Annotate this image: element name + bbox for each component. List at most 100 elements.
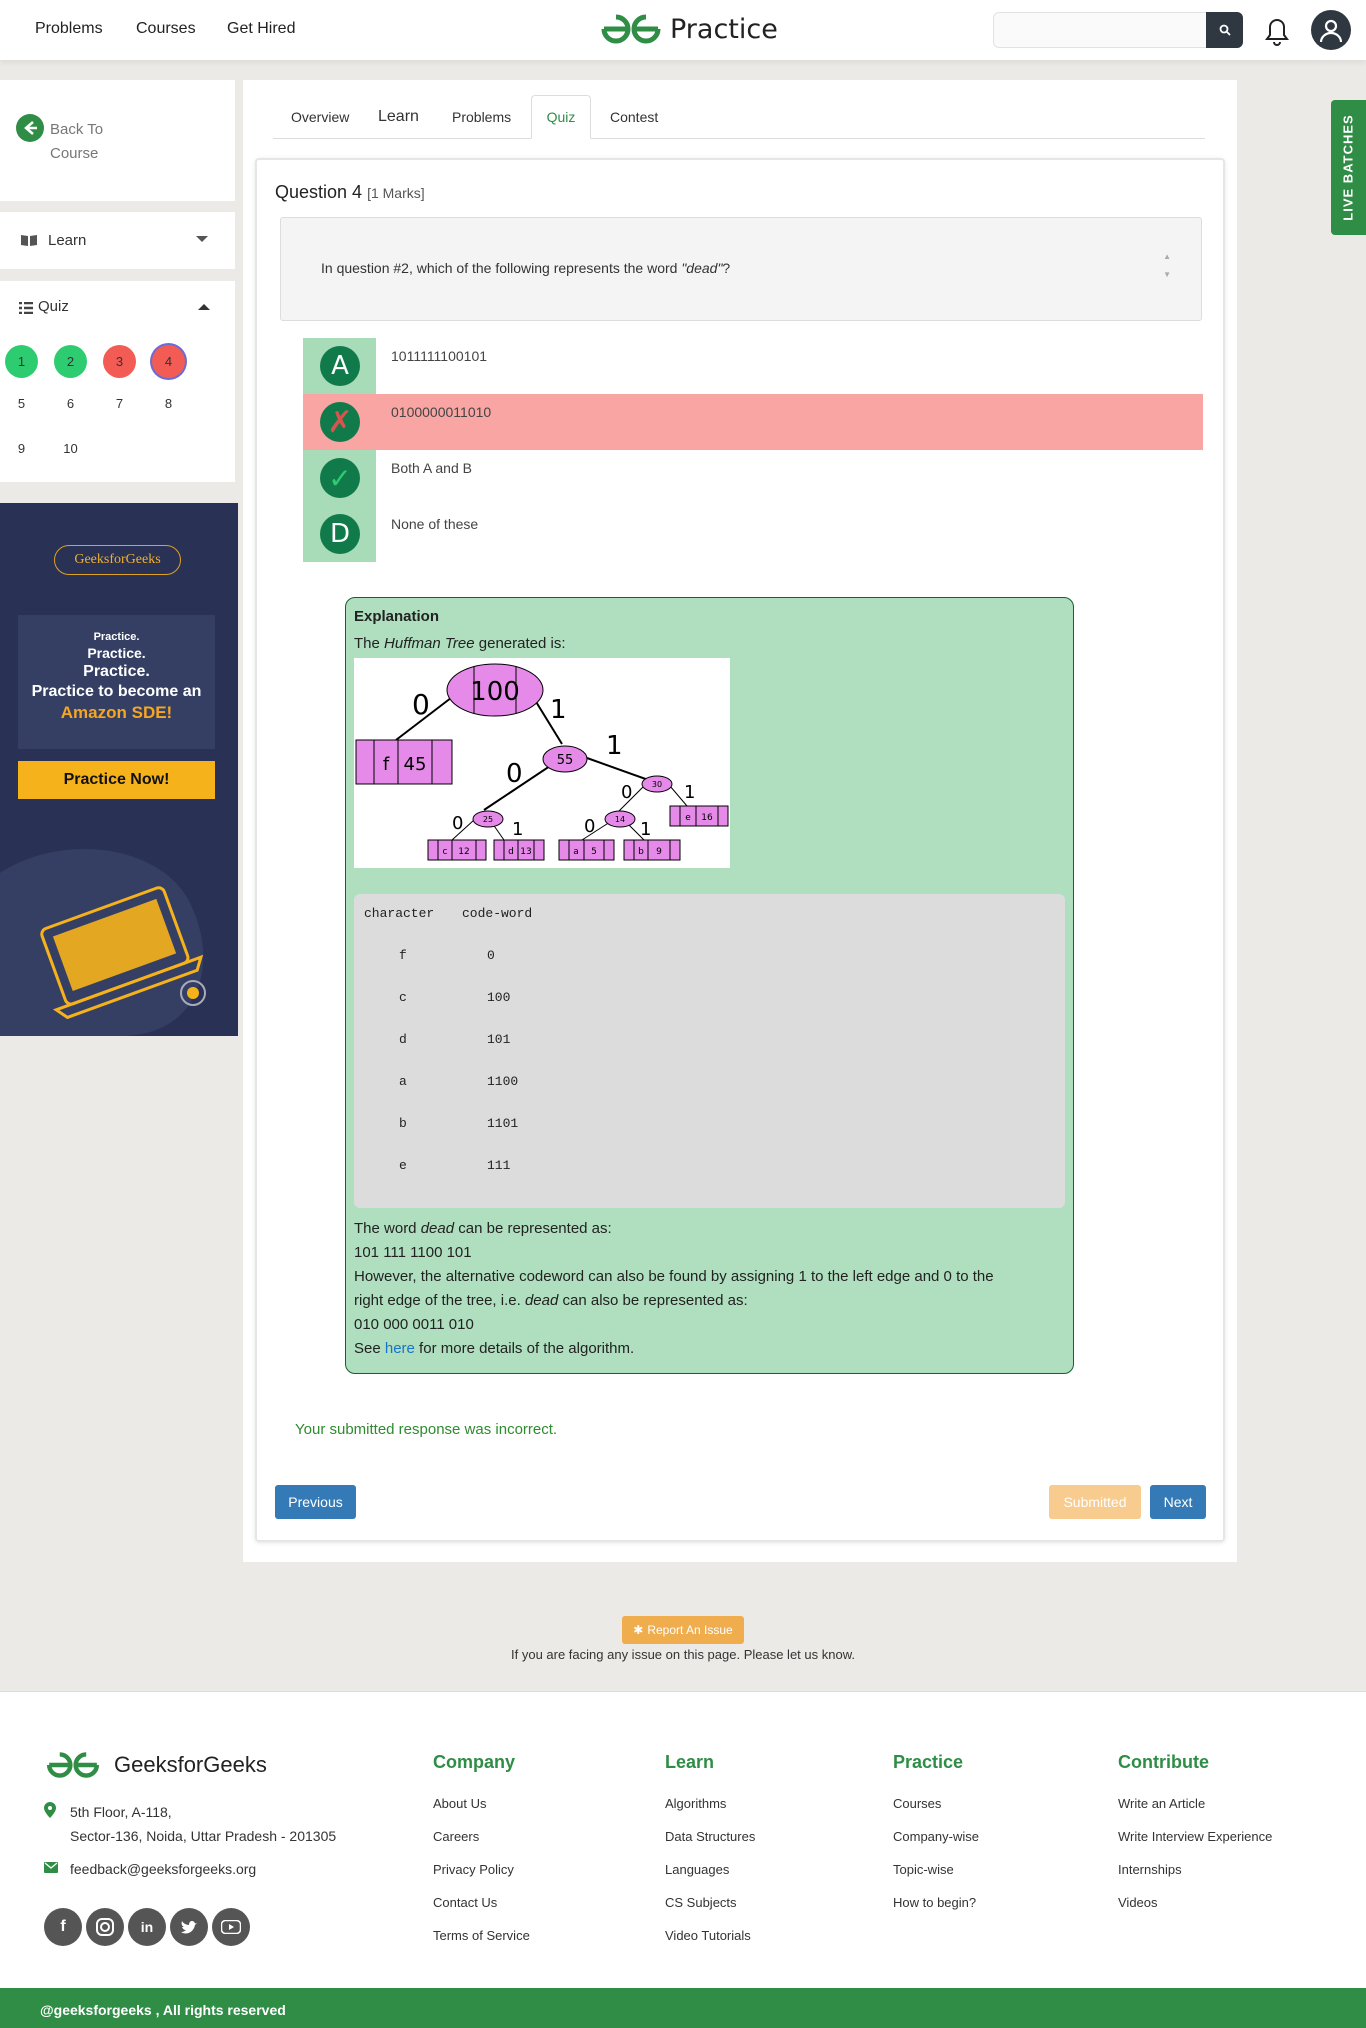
leaf-a-char: a bbox=[573, 847, 579, 857]
footer-link-about-us[interactable]: About Us bbox=[433, 1796, 486, 1811]
learn-label: Learn bbox=[48, 232, 87, 249]
question-nav-8[interactable]: 8 bbox=[152, 387, 185, 420]
linkedin-icon[interactable]: in bbox=[128, 1908, 166, 1946]
footer-link-data-structures[interactable]: Data Structures bbox=[665, 1829, 755, 1844]
nav-courses-link[interactable]: Courses bbox=[136, 20, 196, 38]
footer-link-write-article[interactable]: Write an Article bbox=[1118, 1796, 1205, 1811]
question-text-end: ? bbox=[722, 260, 731, 276]
facebook-icon[interactable]: f bbox=[44, 1908, 82, 1946]
line6-text: See bbox=[354, 1340, 385, 1357]
footer-link-internships[interactable]: Internships bbox=[1118, 1862, 1182, 1877]
question-nav-3[interactable]: 3 bbox=[103, 345, 136, 378]
footer-link-courses[interactable]: Courses bbox=[893, 1796, 941, 1811]
practice-ad-banner[interactable]: GeeksforGeeks Practice. Practice. Practi… bbox=[0, 503, 238, 1036]
explanation-line-4: right edge of the tree, i.e. dead can al… bbox=[354, 1292, 748, 1309]
question-nav-6[interactable]: 6 bbox=[54, 387, 87, 420]
question-nav-1[interactable]: 1 bbox=[5, 345, 38, 378]
question-nav-4[interactable]: 4 bbox=[152, 345, 185, 378]
ad-line1: Practice. bbox=[93, 631, 140, 643]
tab-quiz[interactable]: Quiz bbox=[531, 95, 591, 139]
leaf-c-freq: 12 bbox=[458, 847, 469, 857]
tab-problems[interactable]: Problems bbox=[442, 95, 521, 139]
twitter-icon[interactable] bbox=[170, 1908, 208, 1946]
question-text-box: In question #2, which of the following r… bbox=[280, 217, 1202, 321]
footer-link-how-to-begin[interactable]: How to begin? bbox=[893, 1895, 976, 1910]
live-batches-label: LIVE BATCHES bbox=[1341, 114, 1357, 221]
report-issue-button[interactable]: ✱ Report An Issue bbox=[622, 1616, 744, 1644]
notification-bell-icon[interactable] bbox=[1261, 14, 1293, 48]
tree-node-55: 55 bbox=[557, 753, 574, 768]
row-character: f bbox=[399, 948, 407, 963]
footer-link-videos[interactable]: Videos bbox=[1118, 1895, 1158, 1910]
youtube-icon[interactable] bbox=[212, 1908, 250, 1946]
footer-link-video-tutorials[interactable]: Video Tutorials bbox=[665, 1928, 751, 1943]
live-batches-tab[interactable]: LIVE BATCHES bbox=[1331, 100, 1366, 235]
option-b-badge: ✗ bbox=[303, 394, 376, 450]
edge-label-3: 1 bbox=[606, 731, 623, 761]
gfg-logo[interactable]: Practice bbox=[600, 12, 778, 46]
option-d[interactable]: D None of these bbox=[303, 506, 1203, 562]
question-nav-7[interactable]: 7 bbox=[103, 387, 136, 420]
leaf-e-freq: 16 bbox=[701, 813, 713, 823]
footer-link-cs-subjects[interactable]: CS Subjects bbox=[665, 1895, 737, 1910]
tab-contest[interactable]: Contest bbox=[600, 95, 668, 139]
question-nav-2[interactable]: 2 bbox=[54, 345, 87, 378]
ad-line4: Practice to become an bbox=[31, 683, 202, 700]
user-avatar[interactable] bbox=[1311, 10, 1351, 50]
logo-text: Practice bbox=[670, 13, 778, 45]
footer-link-terms[interactable]: Terms of Service bbox=[433, 1928, 530, 1943]
report-issue-label: Report An Issue bbox=[647, 1623, 733, 1637]
option-c[interactable]: ✓ Both A and B bbox=[303, 450, 1203, 506]
footer-email[interactable]: feedback@geeksforgeeks.org bbox=[70, 1861, 256, 1877]
footer-link-languages[interactable]: Languages bbox=[665, 1862, 729, 1877]
footer-link-algorithms[interactable]: Algorithms bbox=[665, 1796, 726, 1811]
footer-link-company-wise[interactable]: Company-wise bbox=[893, 1829, 979, 1844]
line4-emphasis: dead bbox=[524, 1292, 559, 1309]
search-icon bbox=[1219, 24, 1231, 36]
question-nav-9[interactable]: 9 bbox=[5, 432, 38, 465]
tab-learn[interactable]: Learn bbox=[368, 95, 429, 139]
row-character: a bbox=[399, 1074, 407, 1089]
learn-accordion[interactable]: Learn bbox=[0, 212, 235, 269]
footer-address-1: 5th Floor, A-118, bbox=[70, 1804, 172, 1820]
quiz-accordion: Quiz 1 2 3 4 5 6 7 8 9 10 bbox=[0, 281, 235, 482]
here-link[interactable]: here bbox=[385, 1340, 415, 1357]
tab-overview[interactable]: Overview bbox=[281, 95, 359, 139]
nav-get-hired-link[interactable]: Get Hired bbox=[227, 20, 295, 38]
option-a[interactable]: A 1011111100101 bbox=[303, 338, 1203, 394]
nav-problems-link[interactable]: Problems bbox=[35, 20, 103, 38]
edge-label-1: 1 bbox=[550, 695, 567, 725]
question-text: In question #2, which of the following r… bbox=[321, 260, 730, 276]
previous-button[interactable]: Previous bbox=[275, 1485, 356, 1519]
chevron-down-icon bbox=[196, 236, 208, 242]
footer-company-heading: Company bbox=[433, 1752, 516, 1772]
footer-link-write-interview[interactable]: Write Interview Experience bbox=[1118, 1829, 1272, 1844]
scroll-arrows-icon[interactable]: ▲ ▼ bbox=[1163, 248, 1171, 284]
back-to-course-card[interactable]: Back To Course bbox=[0, 80, 235, 201]
footer-link-careers[interactable]: Careers bbox=[433, 1829, 479, 1844]
instagram-icon[interactable] bbox=[86, 1908, 124, 1946]
course-tabs: Overview Learn Problems Quiz Contest bbox=[273, 95, 1205, 139]
laptop-illustration-icon bbox=[0, 849, 206, 1036]
footer-link-topic-wise[interactable]: Topic-wise bbox=[893, 1862, 954, 1877]
footer-link-privacy-policy[interactable]: Privacy Policy bbox=[433, 1862, 514, 1877]
line4-text: right edge of the tree, i.e. bbox=[354, 1292, 525, 1309]
footer-link-contact-us[interactable]: Contact Us bbox=[433, 1895, 497, 1910]
footer-brand[interactable]: GeeksforGeeks bbox=[44, 1750, 267, 1780]
search-input[interactable] bbox=[993, 12, 1243, 48]
question-card: Question 4 [1 Marks] In question #2, whi… bbox=[255, 158, 1225, 1542]
email-icon bbox=[44, 1862, 58, 1873]
practice-now-button[interactable]: Practice Now! bbox=[18, 761, 215, 799]
top-navbar: Problems Courses Get Hired Practice bbox=[0, 0, 1366, 60]
option-b[interactable]: ✗ 0100000011010 bbox=[303, 394, 1203, 450]
edge-label-8: 0 bbox=[584, 816, 595, 837]
question-nav-5[interactable]: 5 bbox=[5, 387, 38, 420]
search-button[interactable] bbox=[1206, 12, 1243, 48]
cross-icon: ✗ bbox=[320, 402, 360, 442]
edge-label-6: 0 bbox=[452, 813, 463, 834]
question-nav-10[interactable]: 10 bbox=[54, 432, 87, 465]
chevron-up-icon[interactable] bbox=[198, 304, 210, 310]
leaf-b-freq: 9 bbox=[656, 847, 662, 857]
next-button[interactable]: Next bbox=[1150, 1485, 1206, 1519]
report-issue-text: If you are facing any issue on this page… bbox=[511, 1647, 855, 1662]
